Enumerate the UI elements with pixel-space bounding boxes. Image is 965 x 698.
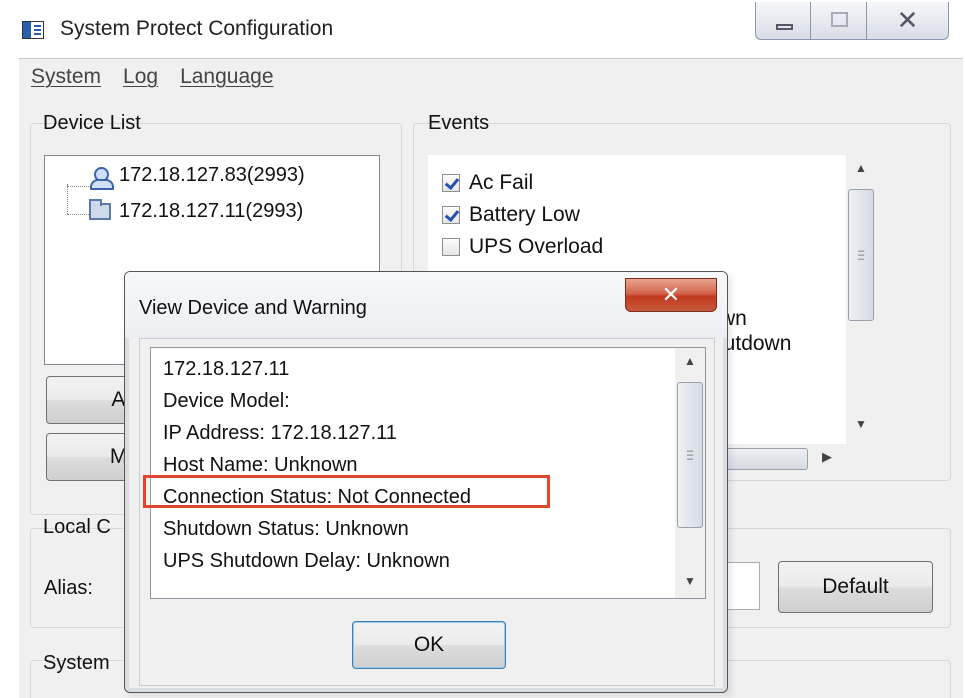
connected-device-icon [89, 166, 114, 190]
event-ups-overload[interactable]: UPS Overload [442, 235, 603, 259]
dialog-body: 172.18.127.11 Device Model: IP Address: … [139, 338, 715, 686]
event-label: Ac Fail [469, 171, 534, 194]
dialog-close-button[interactable]: ✕ [625, 278, 717, 312]
info-line-shutdown-status: Shutdown Status: Unknown [163, 518, 409, 540]
maximize-icon [831, 12, 848, 27]
menu-language[interactable]: Language [180, 65, 273, 89]
menu-log[interactable]: Log [123, 65, 158, 89]
checkbox-unchecked[interactable] [442, 238, 460, 256]
menu-bar: System Log Language [19, 58, 963, 94]
info-line-ip: IP Address: 172.18.127.11 [163, 422, 397, 444]
connection-status-highlight [143, 475, 550, 508]
alias-label: Alias: [44, 577, 93, 599]
info-line-model: Device Model: [163, 390, 290, 412]
info-vertical-scrollbar[interactable]: ▲ ‒ ‒ ‒ ▼ [675, 348, 705, 598]
info-line-device: 172.18.127.11 [163, 358, 290, 380]
events-vertical-scrollbar[interactable]: ▲ ‒ ‒ ‒ ▼ [846, 155, 876, 445]
tree-item-device-1[interactable]: 172.18.127.83(2993) [89, 164, 305, 190]
tree-connector [67, 184, 68, 214]
close-icon: ✕ [661, 282, 681, 307]
minimize-button[interactable] [755, 2, 811, 40]
event-label: Battery Low [469, 203, 580, 226]
tree-item-device-2[interactable]: 172.18.127.11(2993) [89, 199, 304, 223]
close-icon: ✕ [896, 5, 919, 35]
scroll-thumb[interactable]: ‒ ‒ ‒ [677, 382, 703, 528]
scroll-down-icon[interactable]: ▼ [675, 574, 705, 588]
info-line-host: Host Name: Unknown [163, 454, 358, 476]
menu-system[interactable]: System [31, 65, 101, 89]
event-battery-low[interactable]: Battery Low [442, 203, 580, 227]
title-bar: System Protect Configuration ✕ [0, 0, 965, 58]
checkbox-checked[interactable] [442, 174, 460, 192]
device-info-box[interactable]: 172.18.127.11 Device Model: IP Address: … [150, 347, 706, 599]
grip-icon: ‒ ‒ ‒ [857, 245, 865, 265]
dialog-title: View Device and Warning [139, 297, 367, 319]
tree-item-label: 172.18.127.11(2993) [119, 200, 304, 222]
scroll-thumb[interactable]: ‒ ‒ ‒ [848, 189, 874, 321]
scroll-up-icon[interactable]: ▲ [846, 161, 876, 175]
checkbox-checked[interactable] [442, 206, 460, 224]
app-window-icon [22, 21, 44, 39]
window-title: System Protect Configuration [60, 17, 334, 40]
maximize-button[interactable] [811, 2, 867, 40]
events-label: Events [428, 112, 490, 134]
event-ac-fail[interactable]: Ac Fail [442, 171, 533, 195]
device-list-label: Device List [43, 112, 141, 134]
minimize-icon [776, 24, 793, 30]
info-line-shutdown-delay: UPS Shutdown Delay: Unknown [163, 550, 450, 572]
scroll-down-icon[interactable]: ▼ [846, 417, 876, 431]
ok-button[interactable]: OK [352, 621, 506, 669]
tree-item-label: 172.18.127.83(2993) [119, 164, 305, 186]
close-button[interactable]: ✕ [867, 2, 949, 40]
scroll-up-icon[interactable]: ▲ [675, 354, 705, 368]
scroll-right-icon[interactable]: ▶ [822, 449, 832, 465]
grip-icon: ‒ ‒ ‒ [686, 445, 694, 465]
folder-icon [89, 199, 111, 220]
local-config-label: Local C [43, 516, 111, 538]
caption-buttons: ✕ [755, 2, 949, 40]
default-button[interactable]: Default [778, 561, 933, 613]
system-group-label: System [43, 652, 110, 674]
event-label: UPS Overload [469, 235, 604, 258]
dialog-title-bar: View Device and Warning ✕ [125, 272, 727, 338]
